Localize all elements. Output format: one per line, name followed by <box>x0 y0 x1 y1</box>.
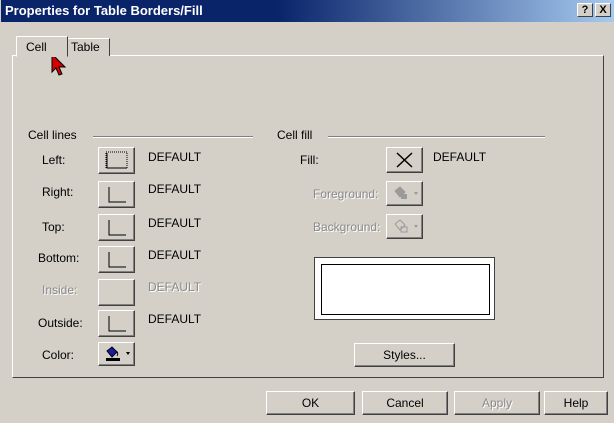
color-dropdown[interactable] <box>98 342 135 366</box>
help-glyph: ? <box>581 4 589 16</box>
top-value: DEFAULT <box>148 216 202 230</box>
cell-lines-separator <box>93 136 253 138</box>
bottom-line-button[interactable] <box>98 246 135 273</box>
cell-fill-heading: Cell fill <box>277 128 313 142</box>
close-icon: X <box>599 4 607 16</box>
bottom-value: DEFAULT <box>148 248 202 262</box>
styles-button[interactable]: Styles... <box>354 343 455 367</box>
window-title: Properties for Table Borders/Fill <box>5 3 203 18</box>
top-line-button[interactable] <box>98 214 135 241</box>
top-line-icon <box>108 220 126 236</box>
fill-label: Fill: <box>300 153 319 167</box>
outside-label: Outside: <box>38 316 83 330</box>
foreground-dropdown[interactable] <box>386 181 423 206</box>
tab-cell[interactable]: Cell <box>16 36 68 57</box>
help-button[interactable]: Help <box>544 391 608 415</box>
no-fill-x-icon <box>396 152 413 168</box>
tab-table-label: Table <box>71 40 100 54</box>
help-title-button[interactable]: ? <box>577 3 593 17</box>
left-label: Left: <box>42 153 66 167</box>
cancel-button[interactable]: Cancel <box>362 391 448 415</box>
fill-preview <box>314 257 495 320</box>
properties-dialog: Properties for Table Borders/Fill ? X Ce… <box>0 0 614 423</box>
left-line-button[interactable] <box>98 147 135 174</box>
left-line-icon <box>105 151 128 169</box>
color-label: Color: <box>42 348 75 362</box>
right-label: Right: <box>42 185 74 199</box>
outside-line-button[interactable] <box>98 310 135 337</box>
cell-lines-heading: Cell lines <box>28 128 77 142</box>
tab-cell-label: Cell <box>26 40 47 54</box>
bottom-line-icon <box>108 252 126 268</box>
right-value: DEFAULT <box>148 182 202 196</box>
background-bucket-icon <box>394 219 418 233</box>
title-bar: Properties for Table Borders/Fill ? X <box>1 0 614 22</box>
inside-label: Inside: <box>42 283 78 297</box>
paint-bucket-icon <box>106 346 130 361</box>
cell-fill-separator <box>328 136 545 138</box>
right-line-icon <box>108 187 126 203</box>
top-label: Top: <box>42 220 65 234</box>
right-line-button[interactable] <box>98 181 135 208</box>
fill-preview-inner <box>321 264 490 315</box>
tab-table[interactable]: Table <box>66 38 110 56</box>
dropdown-arrow-icon <box>126 352 130 355</box>
left-value: DEFAULT <box>148 150 202 164</box>
foreground-bucket-icon <box>394 186 418 199</box>
foreground-label: Foreground: <box>313 187 379 201</box>
background-label: Background: <box>313 220 381 234</box>
outside-value: DEFAULT <box>148 312 202 326</box>
apply-button[interactable]: Apply <box>454 391 540 415</box>
close-button[interactable]: X <box>595 3 611 17</box>
bottom-label: Bottom: <box>38 251 80 265</box>
fill-value: DEFAULT <box>433 150 487 164</box>
outside-line-icon <box>108 316 126 332</box>
fill-button[interactable] <box>386 147 423 173</box>
inside-line-button[interactable] <box>98 279 135 306</box>
inside-value: DEFAULT <box>148 280 202 294</box>
ok-button[interactable]: OK <box>266 391 355 415</box>
background-dropdown[interactable] <box>386 214 423 239</box>
